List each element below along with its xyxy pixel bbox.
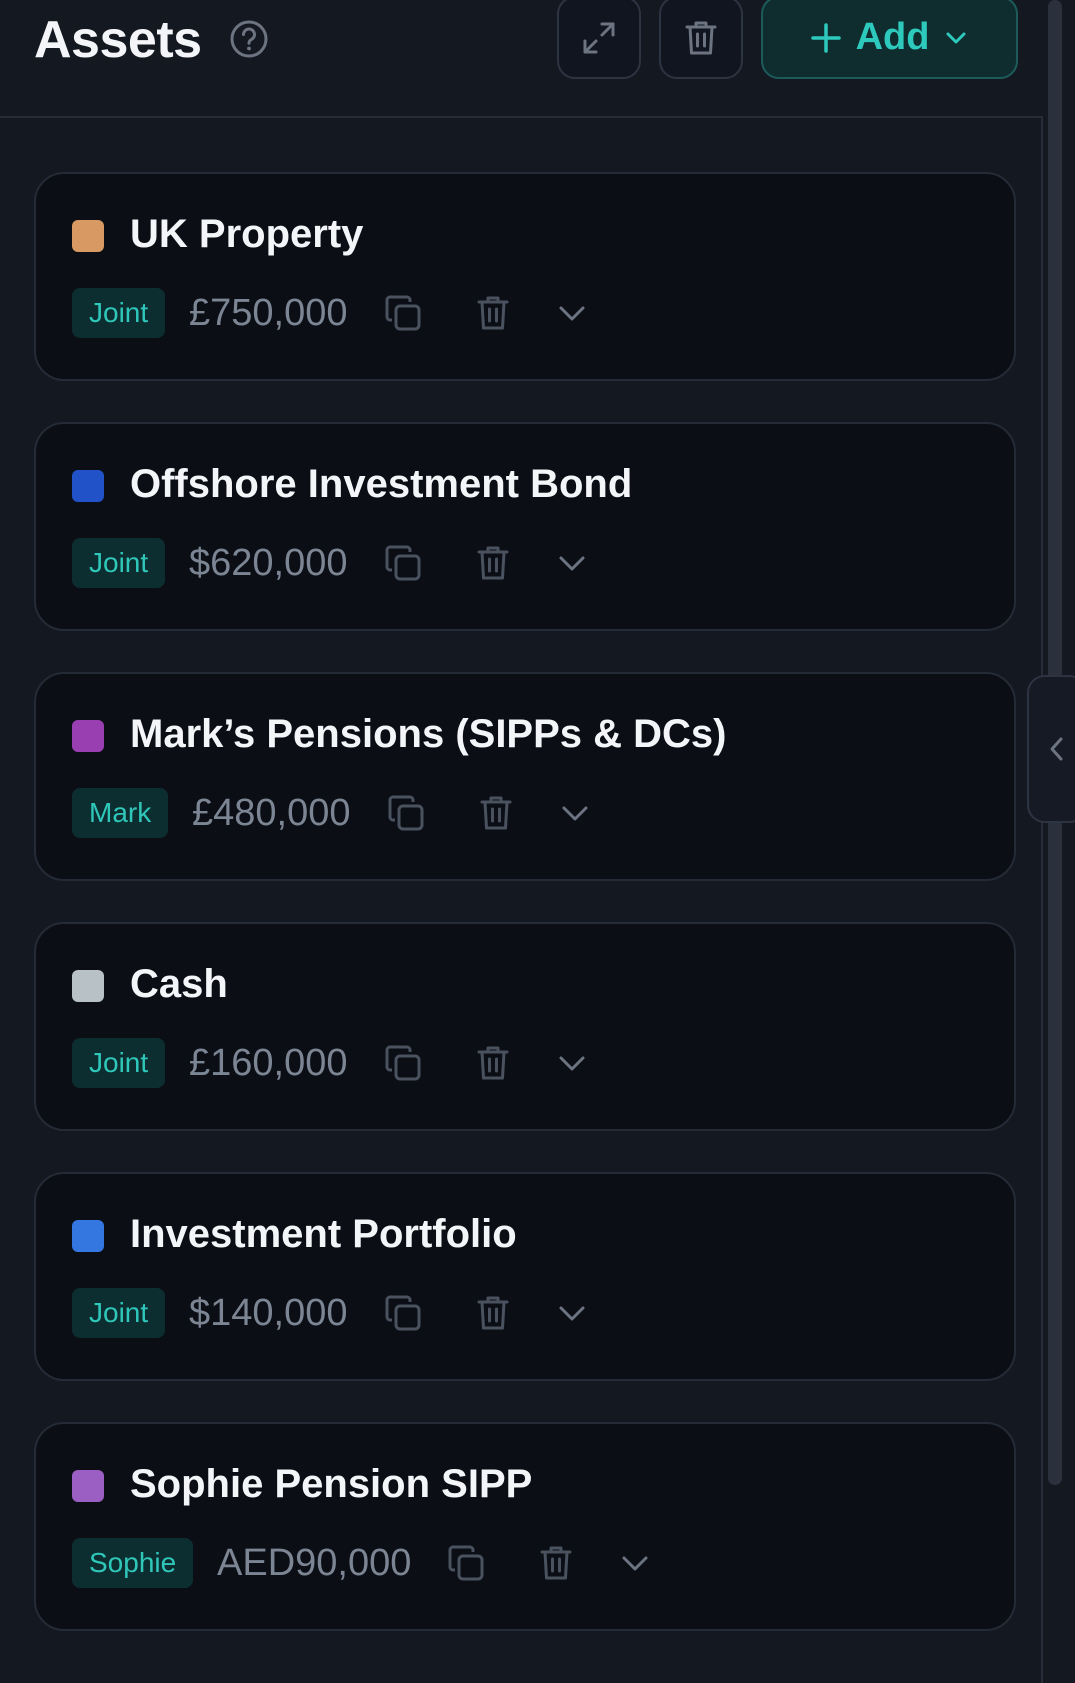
owner-badge: Joint [72,288,166,338]
asset-color-swatch [72,720,104,752]
copy-icon [388,795,424,831]
asset-card[interactable]: UK Property Joint £750,000 [34,172,1016,381]
panel-divider [1041,118,1043,1683]
asset-name: Mark’s Pensions (SIPPs & DCs) [130,712,727,756]
delete-asset-button[interactable] [535,1542,577,1584]
expand-asset-button[interactable] [551,1042,593,1084]
asset-name: UK Property [130,212,364,256]
expand-button[interactable] [557,0,641,79]
copy-icon [448,1545,484,1581]
expand-asset-button[interactable] [614,1542,656,1584]
asset-card[interactable]: Cash Joint £160,000 [34,922,1016,1131]
copy-icon [385,295,421,331]
asset-name: Investment Portfolio [130,1212,517,1256]
expand-icon [583,22,615,53]
delete-asset-button[interactable] [472,1042,514,1084]
chevron-down-icon [559,556,585,571]
duplicate-button[interactable] [382,1292,424,1334]
asset-card[interactable]: Sophie Pension SIPP Sophie AED90,000 [34,1422,1016,1631]
trash-icon [477,1046,509,1080]
chevron-down-icon [562,806,588,821]
chevron-down-icon [559,1306,585,1321]
asset-name: Offshore Investment Bond [130,462,633,506]
chevron-down-icon [559,1056,585,1071]
trash-icon [480,796,512,830]
owner-badge: Mark [72,788,169,838]
owner-badge: Joint [72,538,166,588]
asset-card[interactable]: Offshore Investment Bond Joint $620,000 [34,422,1016,631]
add-button[interactable]: Add [761,0,1018,79]
asset-card[interactable]: Mark’s Pensions (SIPPs & DCs) Mark £480,… [34,672,1016,881]
asset-value: £160,000 [189,1041,348,1084]
add-button-label: Add [855,16,930,58]
owner-badge: Joint [72,1038,166,1088]
chevron-left-icon [1050,737,1063,761]
expand-asset-button[interactable] [551,542,593,584]
asset-value: £750,000 [189,291,348,334]
collapse-panel-tab[interactable] [1027,675,1075,823]
asset-name: Sophie Pension SIPP [130,1462,533,1506]
delete-all-button[interactable] [659,0,743,79]
assets-header: Assets Add [0,0,1043,118]
delete-asset-button[interactable] [475,792,517,834]
chevron-down-icon [946,32,966,43]
asset-value: AED90,000 [217,1541,412,1584]
expand-asset-button[interactable] [551,1292,593,1334]
delete-asset-button[interactable] [472,542,514,584]
help-icon[interactable] [229,19,269,59]
assets-panel: Assets Add UK Property Joint £750,000 Of… [0,0,1043,1683]
chevron-down-icon [622,1556,648,1571]
asset-name: Cash [130,962,228,1006]
copy-icon [385,545,421,581]
asset-color-swatch [72,1220,104,1252]
delete-asset-button[interactable] [472,1292,514,1334]
trash-icon [477,1296,509,1330]
asset-color-swatch [72,1470,104,1502]
duplicate-button[interactable] [382,1042,424,1084]
duplicate-button[interactable] [385,792,427,834]
asset-color-swatch [72,220,104,252]
trash-icon [477,296,509,330]
copy-icon [385,1045,421,1081]
asset-color-swatch [72,970,104,1002]
asset-value: $620,000 [189,541,348,584]
copy-icon [385,1295,421,1331]
trash-icon [477,546,509,580]
trash-icon [540,1546,572,1580]
asset-value: $140,000 [189,1291,348,1334]
trash-icon [685,21,717,54]
delete-asset-button[interactable] [472,292,514,334]
page-title: Assets [34,11,202,69]
duplicate-button[interactable] [445,1542,487,1584]
asset-value: £480,000 [192,791,351,834]
owner-badge: Joint [72,1288,166,1338]
chevron-down-icon [559,306,585,321]
plus-icon [810,22,841,53]
expand-asset-button[interactable] [551,292,593,334]
duplicate-button[interactable] [382,292,424,334]
asset-color-swatch [72,470,104,502]
asset-card[interactable]: Investment Portfolio Joint $140,000 [34,1172,1016,1381]
owner-badge: Sophie [72,1538,194,1588]
expand-asset-button[interactable] [554,792,596,834]
duplicate-button[interactable] [382,542,424,584]
